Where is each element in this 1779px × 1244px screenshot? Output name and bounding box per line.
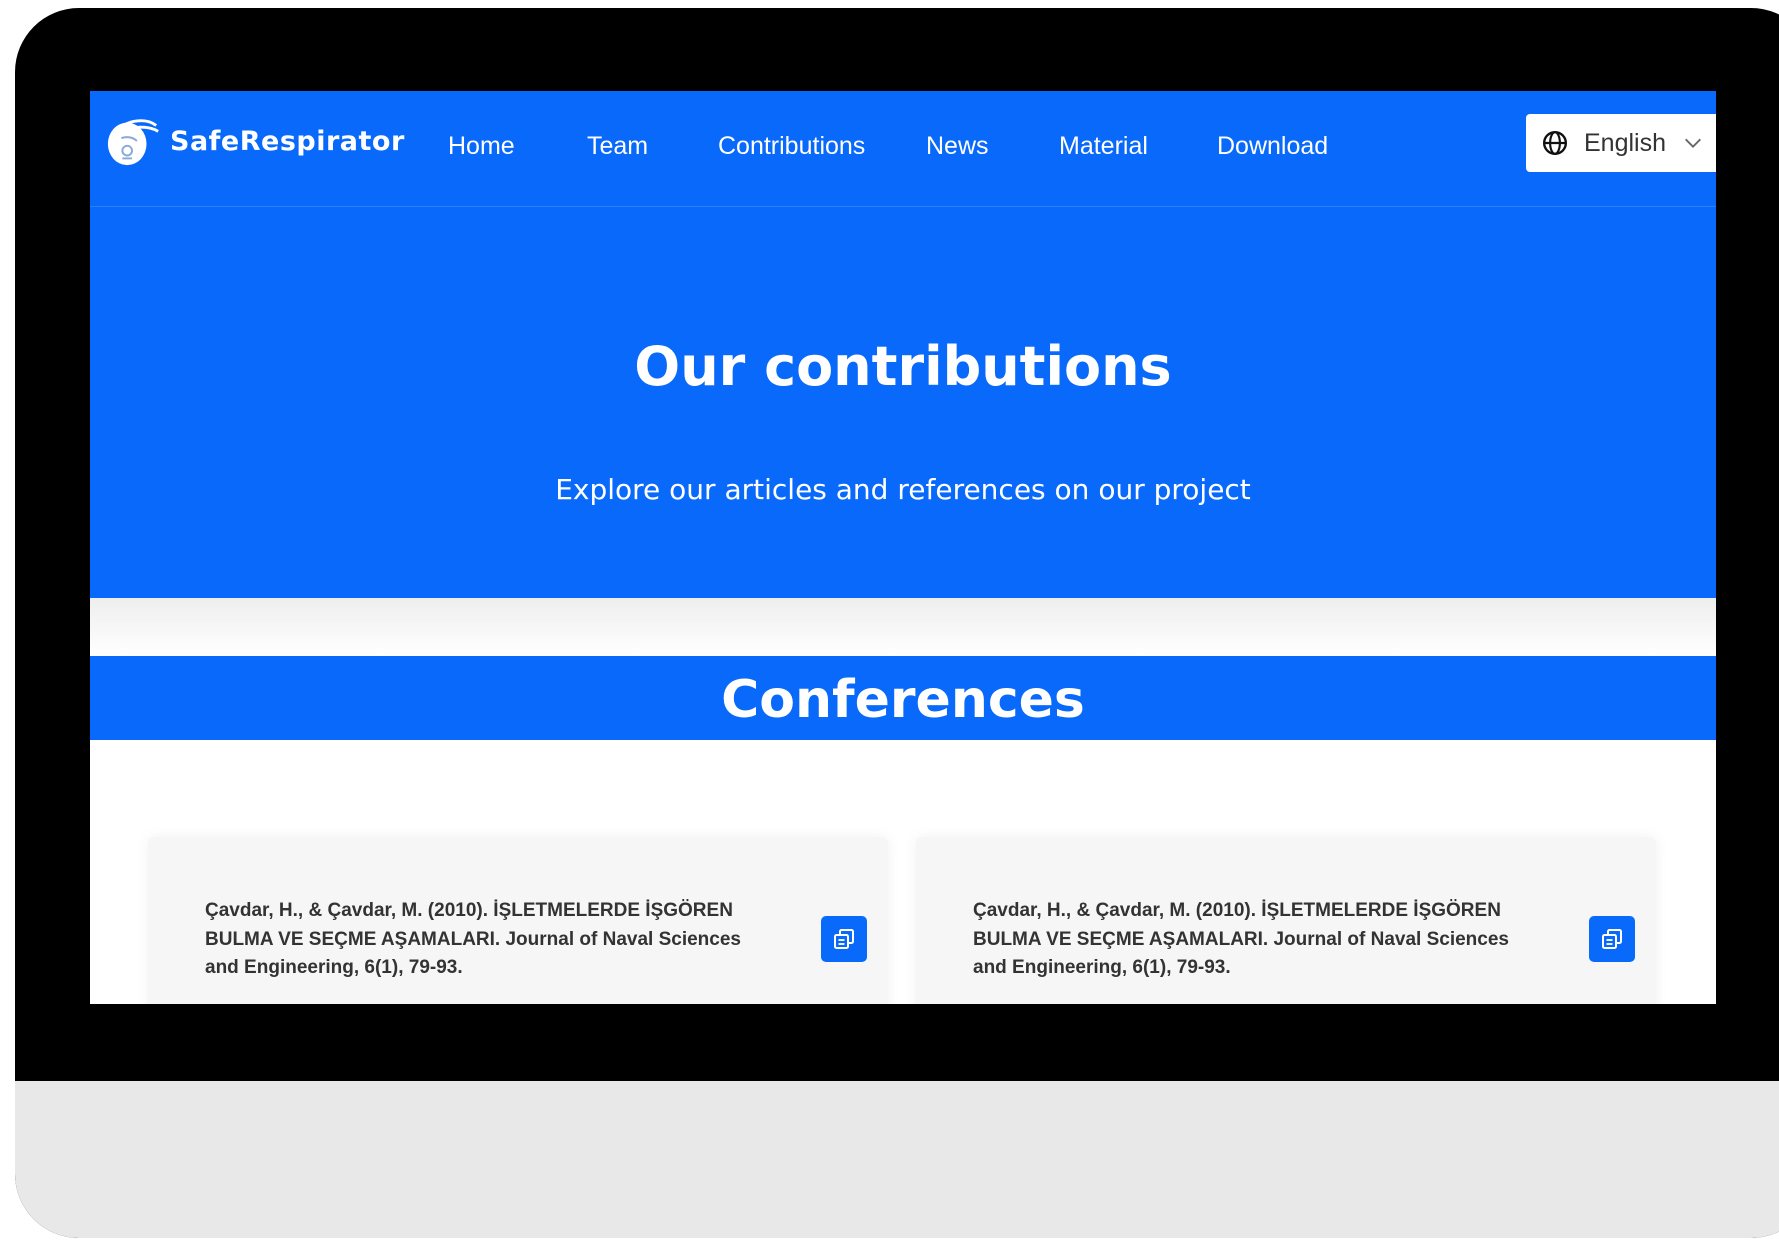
conferences-header: Conferences	[90, 656, 1716, 740]
globe-icon	[1542, 130, 1568, 156]
page-title: Our contributions	[634, 335, 1172, 398]
conference-card: Çavdar, H., & Çavdar, M. (2010). İŞLETME…	[148, 837, 888, 1004]
section-title: Conferences	[721, 670, 1085, 730]
nav-link-material[interactable]: Material	[1059, 131, 1148, 161]
nav-link-team[interactable]: Team	[587, 131, 648, 161]
nav-link-download[interactable]: Download	[1217, 131, 1328, 161]
nav-link-contributions[interactable]: Contributions	[718, 131, 865, 161]
conference-card: Çavdar, H., & Çavdar, M. (2010). İŞLETME…	[916, 837, 1656, 1004]
top-navbar: SafeRespirator Home Team Contributions N…	[90, 91, 1716, 207]
nav-link-news[interactable]: News	[926, 131, 989, 161]
copy-icon	[834, 929, 854, 949]
monitor-frame: SafeRespirator Home Team Contributions N…	[15, 8, 1779, 1238]
brand-logo[interactable]: SafeRespirator	[104, 111, 405, 171]
copy-citation-button[interactable]	[1589, 916, 1635, 962]
copy-icon	[1602, 929, 1622, 949]
page-subtitle: Explore our articles and references on o…	[555, 473, 1251, 506]
hero-banner: Our contributions Explore our articles a…	[90, 207, 1716, 598]
brand-name: SafeRespirator	[170, 125, 405, 157]
chevron-down-icon	[1685, 138, 1701, 148]
nav-link-home[interactable]: Home	[448, 131, 515, 161]
mask-logo-icon	[107, 119, 159, 166]
monitor-chin	[15, 1081, 1779, 1238]
citation-text: Çavdar, H., & Çavdar, M. (2010). İŞLETME…	[973, 900, 1509, 978]
language-selected: English	[1584, 128, 1666, 157]
language-select[interactable]: English	[1526, 114, 1716, 172]
copy-citation-button[interactable]	[821, 916, 867, 962]
browser-viewport: SafeRespirator Home Team Contributions N…	[90, 91, 1716, 1004]
citation-text: Çavdar, H., & Çavdar, M. (2010). İŞLETME…	[205, 900, 741, 978]
section-divider	[90, 598, 1716, 656]
